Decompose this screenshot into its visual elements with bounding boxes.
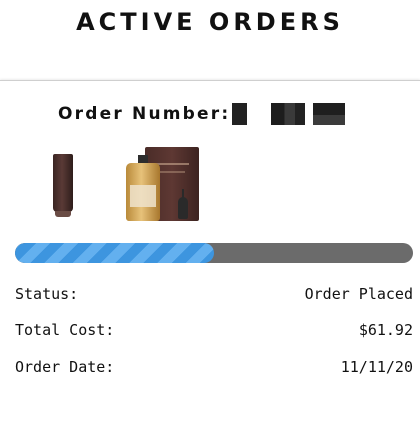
- order-card[interactable]: Order Number: Status: Order Placed Total…: [0, 80, 420, 421]
- order-date-value: 11/11/20: [340, 358, 413, 376]
- order-progress-bar: [15, 243, 413, 263]
- redacted-block: [271, 103, 306, 125]
- box-label-line: [159, 171, 185, 173]
- bottle-label: [130, 185, 156, 207]
- dropper-image: [178, 197, 188, 219]
- order-number-label: Order Number:: [58, 104, 231, 124]
- redacted-block: [313, 103, 346, 125]
- active-orders-screen: ACTIVE ORDERS Order Number: Status: Orde…: [0, 0, 420, 421]
- order-progress-fill: [15, 243, 214, 263]
- total-cost-row: Total Cost: $61.92: [15, 319, 413, 341]
- product-tube-image: [53, 154, 73, 212]
- product-images: [50, 141, 210, 223]
- status-label: Status:: [15, 285, 79, 303]
- status-row: Status: Order Placed: [15, 283, 413, 305]
- status-value: Order Placed: [304, 285, 413, 303]
- redacted-block: [232, 103, 248, 125]
- order-date-row: Order Date: 11/11/20: [15, 356, 413, 378]
- order-number: Order Number:: [58, 103, 346, 125]
- order-date-label: Order Date:: [15, 358, 115, 376]
- total-cost-label: Total Cost:: [15, 321, 115, 339]
- box-label-line: [155, 163, 189, 165]
- tube-cap: [55, 211, 71, 217]
- total-cost-value: $61.92: [358, 321, 413, 339]
- page-title: ACTIVE ORDERS: [76, 8, 344, 36]
